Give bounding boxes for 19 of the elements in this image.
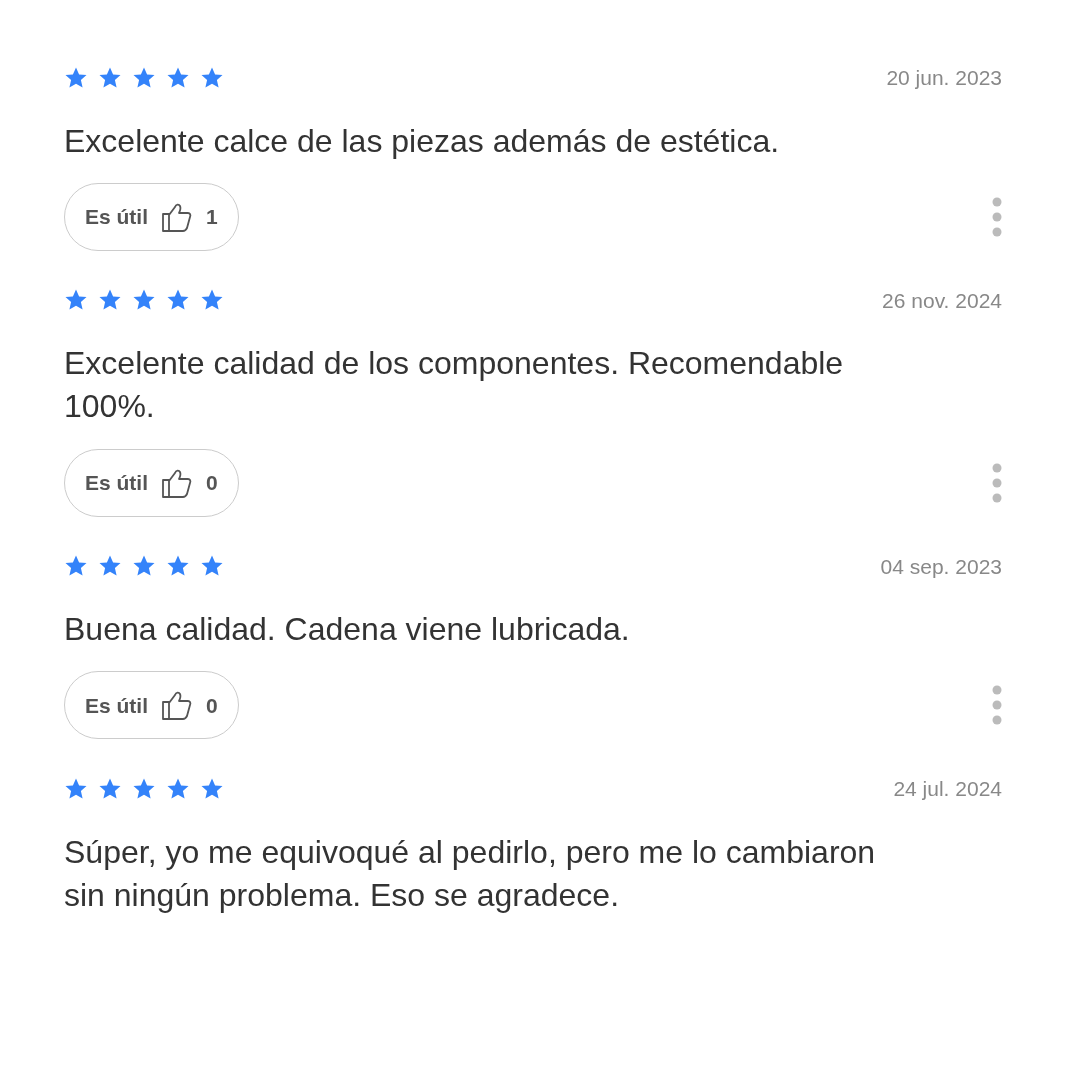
- review-date: 20 jun. 2023: [886, 65, 1002, 91]
- star-icon: [98, 777, 122, 801]
- star-icon: [166, 777, 190, 801]
- review-text: Buena calidad. Cadena viene lubricada.: [64, 610, 631, 650]
- review-date: 24 jul. 2024: [893, 776, 1002, 803]
- helpful-button[interactable]: Es útil 0: [64, 448, 239, 517]
- star-icon: [200, 777, 224, 801]
- helpful-button[interactable]: Es útil 1: [64, 182, 239, 251]
- review-text: Excelente calidad de los componentes. Recomendable 100%.: [64, 344, 845, 427]
- star-icon: [132, 777, 156, 801]
- more-options-icon[interactable]: [992, 196, 1002, 237]
- review-text: Súper, yo me equivoqué al pedirlo, pero me lo cambiaron sin ningún problema. Eso se agradece.: [64, 832, 877, 915]
- more-options-icon[interactable]: [992, 462, 1002, 503]
- helpful-button[interactable]: Es útil 0: [64, 671, 239, 740]
- star-icon: [64, 777, 88, 801]
- more-options-icon[interactable]: [992, 685, 1002, 726]
- review-date: 26 nov. 2024: [882, 287, 1002, 314]
- review-date: 04 sep. 2023: [880, 553, 1002, 580]
- review-text: Excelente calce de las piezas además de estética.: [64, 121, 781, 161]
